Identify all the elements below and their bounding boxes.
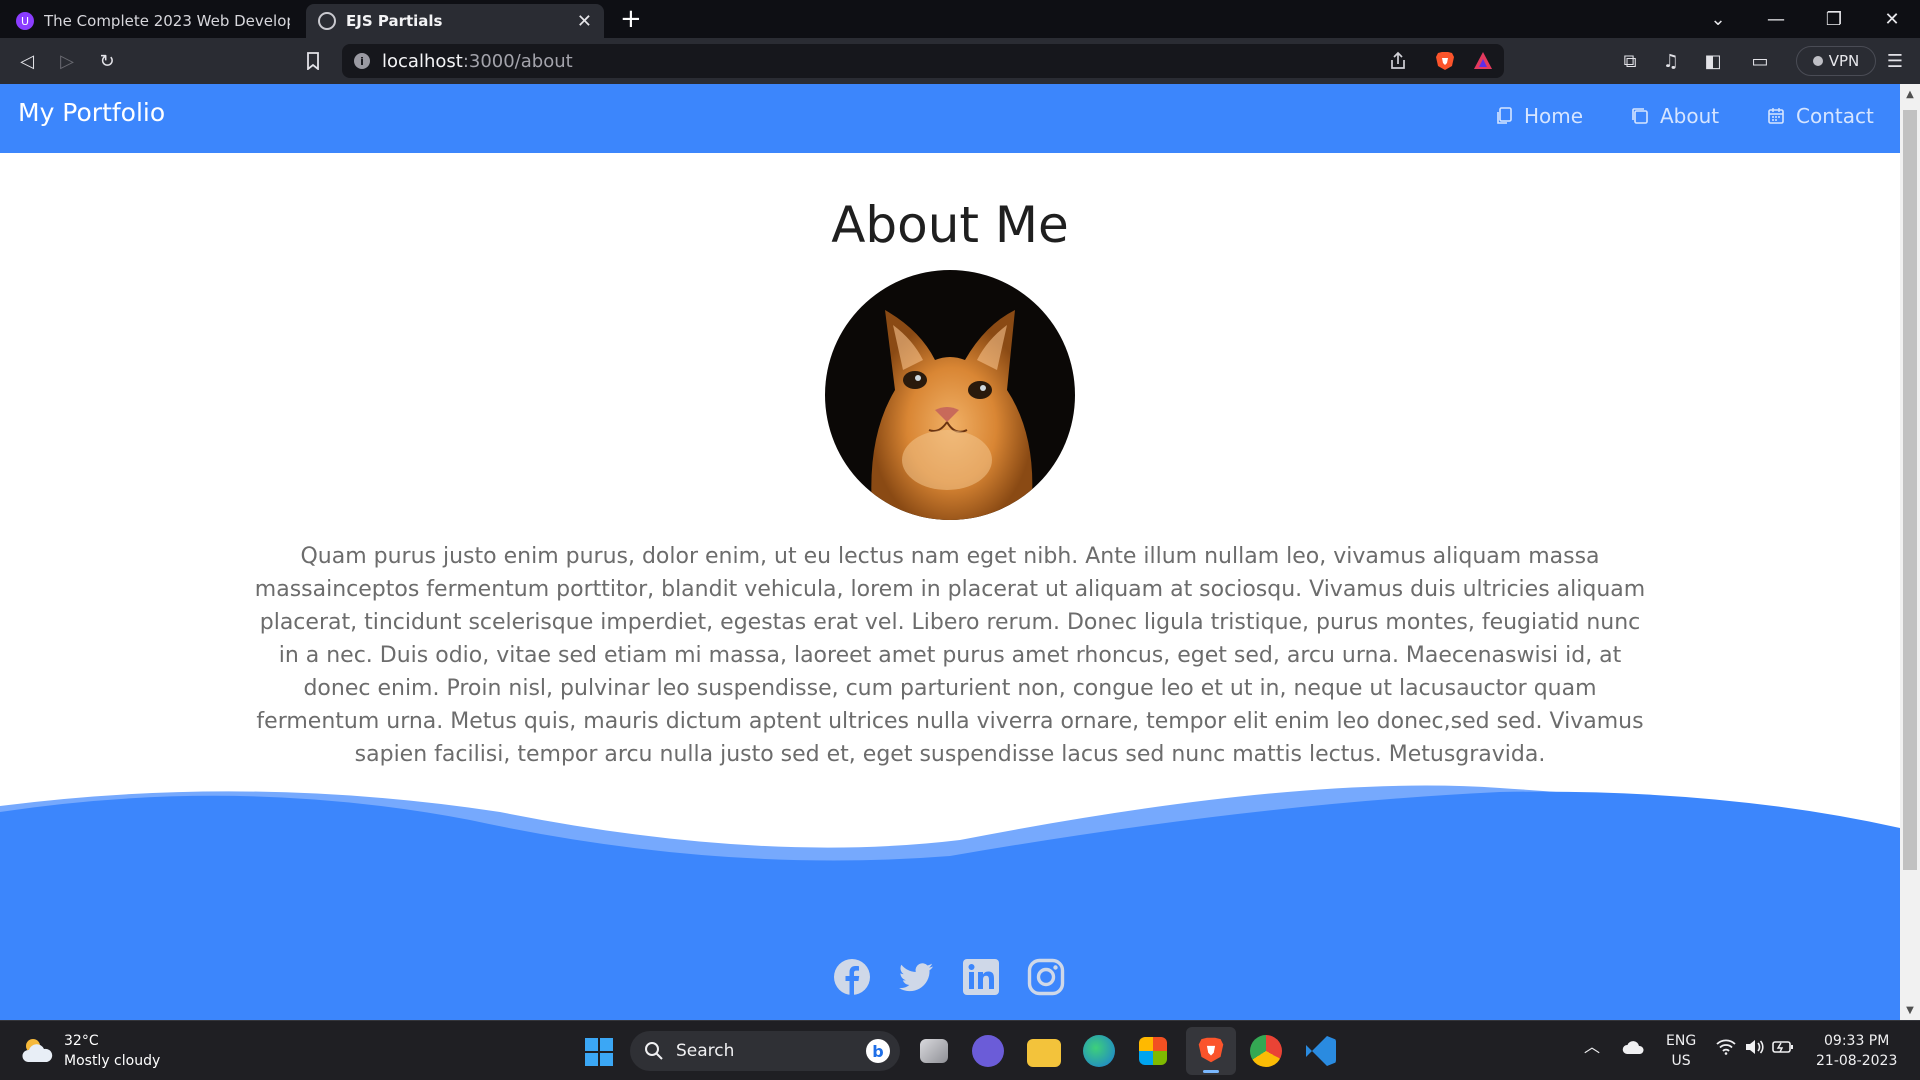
show-hidden-icons-chevron-icon[interactable]: ︿ — [1584, 1037, 1600, 1057]
browser-toolbar: ◁ ▷ ↻ i localhost:3000/about ⧉ ♫ ◧ ▭ VPN… — [0, 38, 1920, 84]
search-icon — [645, 1042, 663, 1060]
cloudy-weather-icon — [22, 1039, 53, 1062]
taskbar: 32°C Mostly cloudy Search b ︿ ENG US 09:… — [0, 1020, 1920, 1080]
tab-title: EJS Partials — [346, 12, 443, 30]
globe-icon — [318, 12, 336, 30]
wallet-icon[interactable]: ▭ — [1745, 46, 1775, 76]
tab-udemy[interactable]: U The Complete 2023 Web Development — [4, 4, 302, 38]
site-info-icon[interactable]: i — [354, 53, 370, 69]
nav-about[interactable]: About — [1630, 104, 1719, 128]
weather-temp: 32°C — [64, 1033, 99, 1049]
twitter-icon[interactable] — [897, 958, 935, 996]
nav-contact[interactable]: Contact — [1766, 104, 1874, 128]
brand-logo[interactable]: My Portfolio — [18, 98, 165, 127]
chrome-icon[interactable] — [1250, 1035, 1282, 1067]
battery-icon[interactable] — [1772, 1039, 1794, 1061]
search-label: Search — [676, 1041, 735, 1061]
about-paragraph: Quam purus justo enim purus, dolor enim,… — [254, 544, 1646, 767]
close-tab-icon[interactable]: ✕ — [577, 11, 592, 32]
profile-photo — [825, 270, 1075, 520]
page-viewport: My Portfolio Home About Contact About Me — [0, 84, 1920, 1020]
extensions-icon[interactable]: ⧉ — [1615, 46, 1645, 76]
file-explorer-icon[interactable] — [1027, 1039, 1061, 1067]
scroll-up-arrow-icon[interactable]: ▲ — [1900, 84, 1920, 104]
weather-widget[interactable]: 32°C Mostly cloudy — [20, 1031, 160, 1071]
scroll-thumb[interactable] — [1903, 110, 1917, 870]
tab-search-chevron-icon[interactable]: ⌄ — [1690, 0, 1746, 38]
reload-button[interactable]: ↻ — [92, 46, 122, 76]
facebook-icon[interactable] — [833, 958, 871, 996]
restore-button[interactable]: ❐ — [1806, 0, 1862, 38]
url-path: :3000/about — [462, 50, 573, 72]
bookmark-icon[interactable] — [298, 46, 328, 76]
media-icon[interactable]: ♫ — [1656, 46, 1686, 76]
page-scrollbar[interactable]: ▲ ▼ — [1900, 84, 1920, 1020]
onedrive-cloud-icon[interactable] — [1622, 1039, 1646, 1061]
bing-icon[interactable]: b — [866, 1039, 890, 1063]
teams-chat-icon[interactable] — [972, 1035, 1004, 1067]
calendar-icon — [1768, 108, 1784, 124]
taskbar-search[interactable]: Search b — [630, 1031, 900, 1071]
back-button[interactable]: ◁ — [12, 46, 42, 76]
copy-icon — [1497, 107, 1512, 124]
nav-contact-label: Contact — [1796, 104, 1874, 128]
region-code: US — [1671, 1053, 1691, 1069]
linkedin-icon[interactable] — [962, 958, 1000, 996]
page-title: About Me — [831, 196, 1069, 254]
clock-time: 09:33 PM — [1824, 1033, 1890, 1049]
footer-wave — [0, 785, 1900, 1020]
address-bar[interactable]: i localhost:3000/about — [342, 44, 1504, 78]
instagram-icon[interactable] — [1027, 958, 1065, 996]
clock-date: 21-08-2023 — [1816, 1053, 1898, 1069]
udemy-icon: U — [16, 12, 34, 30]
microsoft-store-icon[interactable] — [1139, 1037, 1167, 1065]
volume-icon[interactable] — [1744, 1039, 1764, 1061]
share-icon[interactable] — [1388, 51, 1408, 71]
forward-button[interactable]: ▷ — [52, 46, 82, 76]
url-host: localhost — [382, 50, 463, 72]
menu-icon[interactable]: ☰ — [1880, 46, 1910, 76]
browser-tab-bar: U The Complete 2023 Web Development EJS … — [0, 0, 1920, 38]
vpn-button[interactable]: VPN — [1796, 46, 1876, 76]
language-indicator[interactable]: ENG US — [1666, 1031, 1696, 1071]
brave-taskbar-icon[interactable] — [1186, 1027, 1236, 1075]
task-view-icon[interactable] — [920, 1039, 948, 1063]
vpn-status-icon — [1812, 56, 1823, 66]
sidebar-icon[interactable]: ◧ — [1698, 46, 1728, 76]
nav-home-label: Home — [1524, 104, 1584, 128]
square-stack-icon — [1632, 108, 1648, 124]
windows-start-icon[interactable] — [584, 1037, 614, 1067]
vscode-icon[interactable] — [1306, 1036, 1336, 1066]
nav-about-label: About — [1660, 104, 1720, 128]
language-code: ENG — [1666, 1033, 1697, 1049]
brave-shields-icon[interactable] — [1434, 50, 1456, 72]
site-header: My Portfolio Home About Contact — [0, 84, 1900, 153]
tab-ejs-partials[interactable]: EJS Partials ✕ — [306, 4, 604, 38]
brave-rewards-icon[interactable] — [1472, 50, 1494, 72]
minimize-button[interactable]: — — [1748, 0, 1804, 38]
edge-icon[interactable] — [1083, 1035, 1115, 1067]
weather-desc: Mostly cloudy — [64, 1053, 161, 1069]
tab-title: The Complete 2023 Web Development — [44, 12, 290, 30]
wifi-icon[interactable] — [1716, 1039, 1736, 1061]
nav-home[interactable]: Home — [1494, 104, 1583, 128]
clock[interactable]: 09:33 PM 21-08-2023 — [1816, 1031, 1897, 1071]
scroll-down-arrow-icon[interactable]: ▼ — [1900, 1000, 1920, 1020]
vpn-label: VPN — [1828, 52, 1860, 70]
new-tab-button[interactable]: + — [620, 4, 642, 34]
close-window-button[interactable]: ✕ — [1864, 0, 1920, 38]
